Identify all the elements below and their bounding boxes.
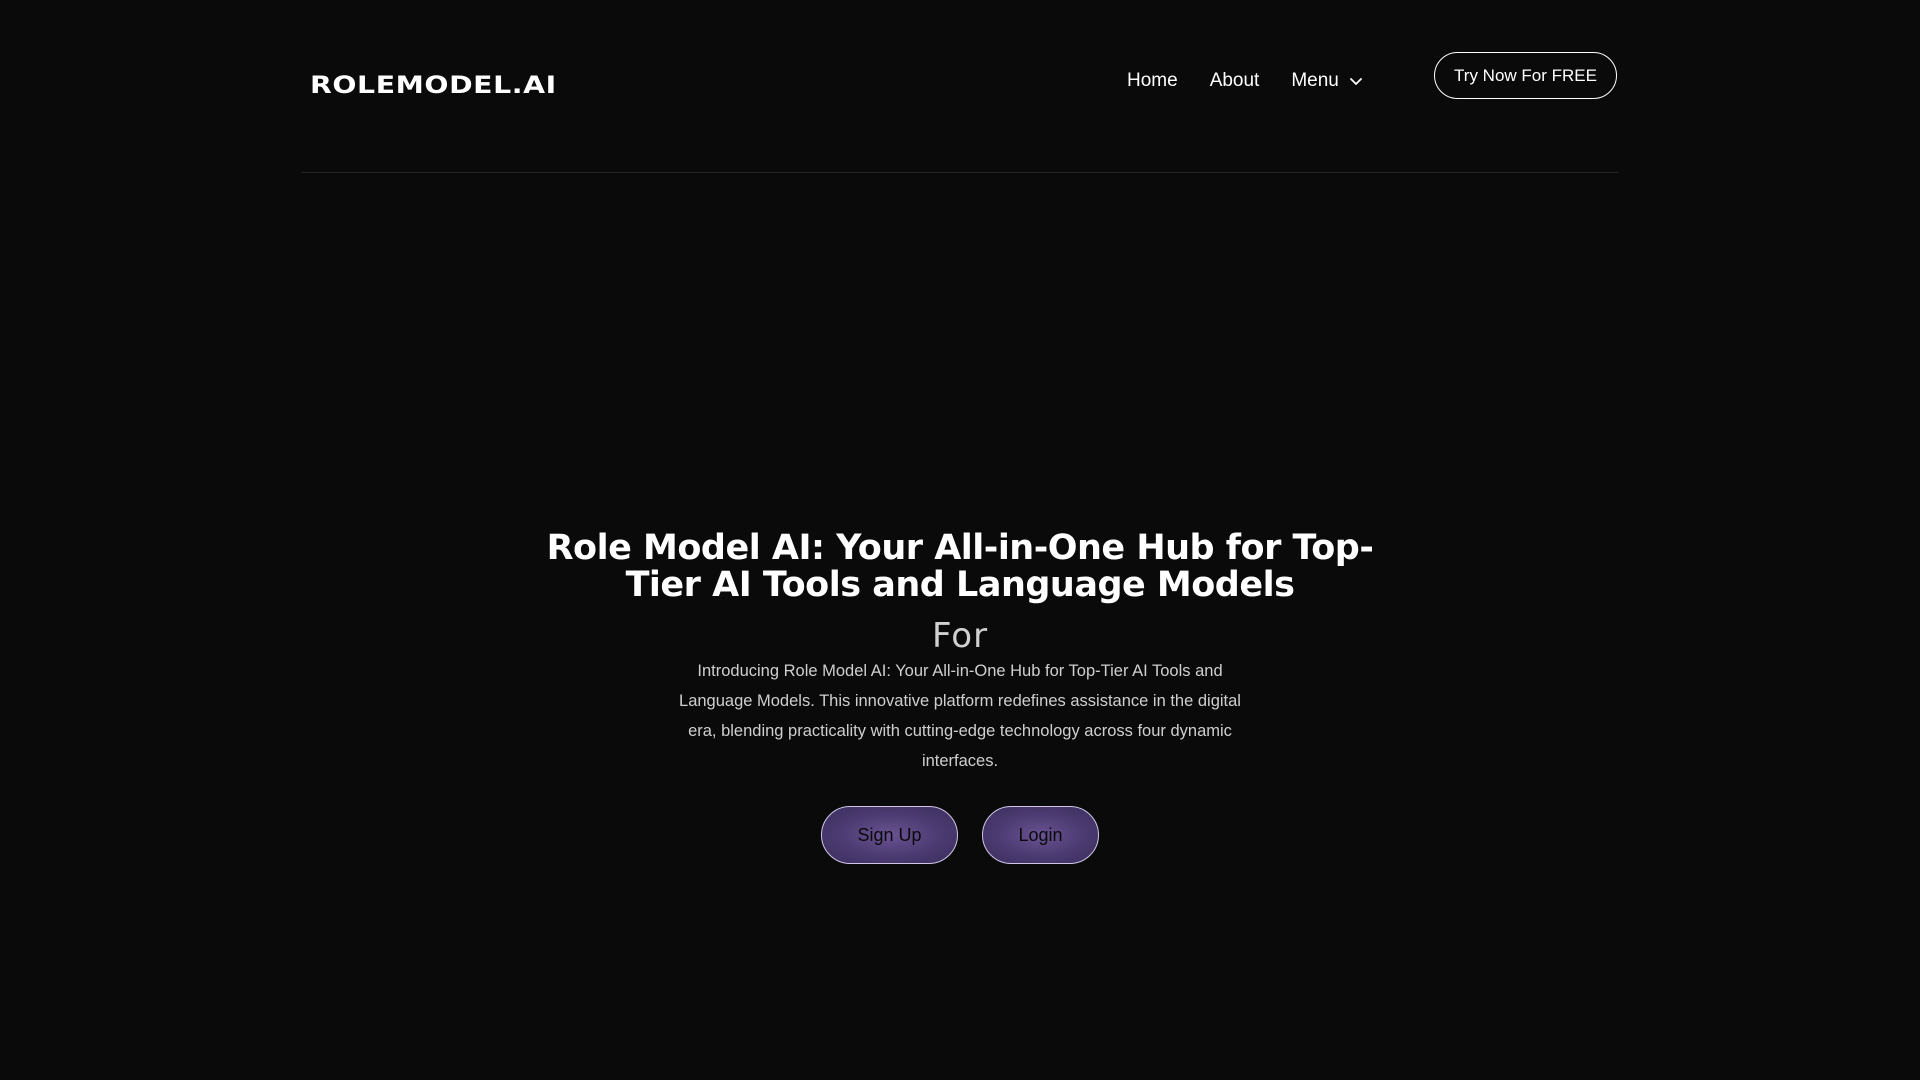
main-nav: Home About Menu <box>1127 70 1363 92</box>
site-header: ROLEMODEL.AI Home About Menu Try Now For… <box>301 0 1619 173</box>
sign-up-button[interactable]: Sign Up <box>821 806 958 864</box>
chevron-down-icon <box>1349 78 1362 85</box>
hero-title: Role Model AI: Your All-in-One Hub for T… <box>546 528 1374 605</box>
hero-section: Role Model AI: Your All-in-One Hub for T… <box>0 530 1920 864</box>
try-now-button[interactable]: Try Now For FREE <box>1434 52 1617 99</box>
nav-about-link[interactable]: About <box>1210 70 1260 92</box>
logo[interactable]: ROLEMODEL.AI <box>310 71 557 99</box>
login-button[interactable]: Login <box>982 806 1099 864</box>
hero-buttons: Sign Up Login <box>0 806 1920 864</box>
hero-rotating-word: For <box>931 616 989 656</box>
page: ROLEMODEL.AI Home About Menu Try Now For… <box>0 0 1920 1080</box>
nav-menu-label: Menu <box>1291 70 1339 91</box>
nav-menu-dropdown[interactable]: Menu <box>1291 70 1363 92</box>
hero-description: Introducing Role Model AI: Your All-in-O… <box>679 662 1241 770</box>
nav-home-link[interactable]: Home <box>1127 70 1178 92</box>
